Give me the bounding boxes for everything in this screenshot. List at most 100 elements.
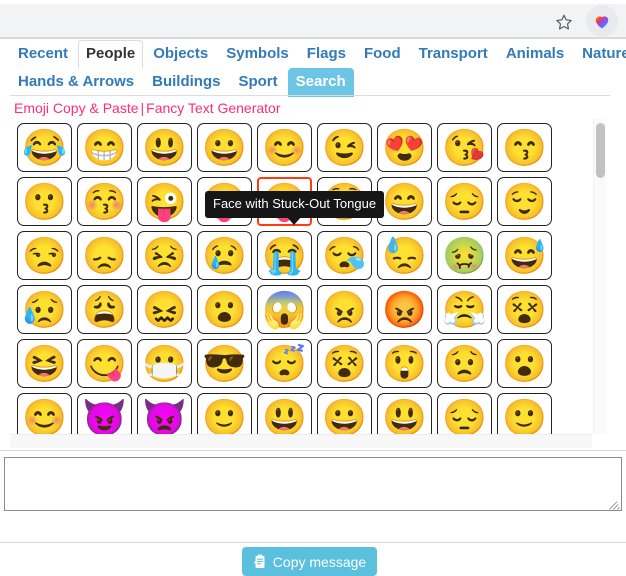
- emoji-cell[interactable]: 😷: [137, 339, 192, 388]
- emoji-cell[interactable]: 😃: [137, 123, 192, 172]
- emoji-cell[interactable]: 😟: [437, 339, 492, 388]
- emoji-cell[interactable]: 😜: [137, 177, 192, 226]
- emoji-glyph: 😔: [442, 180, 487, 222]
- emoji-cell[interactable]: 😪: [317, 231, 372, 280]
- emoji-cell[interactable]: 😮: [197, 285, 252, 334]
- emoji-glyph: 😥: [22, 288, 67, 330]
- emoji-cell[interactable]: 😠: [317, 285, 372, 334]
- emoji-glyph: 😵: [502, 288, 547, 330]
- emoji-cell[interactable]: 😩: [77, 285, 132, 334]
- emoji-copy-paste-link[interactable]: Emoji Copy & Paste: [14, 100, 139, 116]
- emoji-cell[interactable]: 😊: [17, 393, 72, 434]
- emoji-cell[interactable]: 😀: [197, 123, 252, 172]
- emoji-grid-scroll-area[interactable]: 😂 😁 😃 😀 😊 😉 😍 😘 😙 😗 😚 😜 😝 😛 😳 😄 😔 😌 😒 😞 😣 😢 😭 😪 😓 🤢 😅 😥 😩 😖 😮 😱 😠 😡 😤 😵 😆 😋 😷 😎…: [10, 119, 592, 434]
- emoji-cell[interactable]: 😤: [437, 285, 492, 334]
- emoji-cell[interactable]: 😎: [197, 339, 252, 388]
- browser-toolbar: [0, 0, 626, 38]
- emoji-cell[interactable]: 😂: [17, 123, 72, 172]
- emoji-cell[interactable]: 😔: [437, 177, 492, 226]
- emoji-cell[interactable]: 🙂: [497, 393, 552, 434]
- emoji-glyph: 😳: [322, 180, 367, 222]
- emoji-glyph: 😣: [142, 234, 187, 276]
- emoji-glyph: 😖: [142, 288, 187, 330]
- emoji-cell[interactable]: 😅: [497, 231, 552, 280]
- tab-food[interactable]: Food: [356, 40, 409, 69]
- emoji-glyph: 😩: [82, 288, 127, 330]
- message-input[interactable]: [4, 457, 622, 511]
- emoji-cell[interactable]: 😢: [197, 231, 252, 280]
- emoji-cell[interactable]: 😆: [17, 339, 72, 388]
- address-bar[interactable]: [0, 6, 552, 36]
- tab-people[interactable]: People: [78, 40, 144, 69]
- emoji-glyph: 😷: [142, 342, 187, 384]
- tab-sport[interactable]: Sport: [230, 68, 285, 97]
- tab-search[interactable]: Search: [287, 68, 354, 97]
- emoji-glyph: 🙂: [202, 396, 247, 434]
- scrollbar-thumb[interactable]: [596, 123, 605, 178]
- emoji-cell[interactable]: 😲: [377, 339, 432, 388]
- tab-animals[interactable]: Animals: [498, 40, 572, 69]
- emoji-cell[interactable]: 😒: [17, 231, 72, 280]
- emoji-glyph: 😔: [442, 396, 487, 434]
- emoji-cell[interactable]: 😘: [437, 123, 492, 172]
- emoji-cell[interactable]: 😱: [257, 285, 312, 334]
- emoji-cell[interactable]: 👿: [137, 393, 192, 434]
- emoji-glyph: 😛: [262, 180, 307, 222]
- emoji-cell[interactable]: 😖: [137, 285, 192, 334]
- emoji-cell[interactable]: 😌: [497, 177, 552, 226]
- tab-recent[interactable]: Recent: [10, 40, 76, 69]
- emoji-glyph: 😢: [202, 234, 247, 276]
- emoji-glyph: 😪: [322, 234, 367, 276]
- emoji-cell[interactable]: 😞: [77, 231, 132, 280]
- fancy-text-generator-link[interactable]: Fancy Text Generator: [146, 100, 280, 116]
- emoji-cell[interactable]: 😳: [317, 177, 372, 226]
- tab-buildings[interactable]: Buildings: [144, 68, 228, 97]
- emoji-cell[interactable]: 😚: [77, 177, 132, 226]
- emoji-cell[interactable]: 😃: [257, 393, 312, 434]
- emoji-glyph: 😆: [22, 342, 67, 384]
- emoji-cell[interactable]: 😮: [497, 339, 552, 388]
- emoji-cell[interactable]: 😍: [377, 123, 432, 172]
- emoji-cell[interactable]: 😓: [377, 231, 432, 280]
- emoji-cell[interactable]: 😣: [137, 231, 192, 280]
- tab-transport[interactable]: Transport: [411, 40, 496, 69]
- emoji-cell[interactable]: 😴: [257, 339, 312, 388]
- chrome-top-fill: [0, 0, 626, 4]
- emoji-cell[interactable]: 😭: [257, 231, 312, 280]
- emoji-cell[interactable]: 😙: [497, 123, 552, 172]
- emoji-cell[interactable]: 😥: [17, 285, 72, 334]
- emoji-glyph: 😗: [22, 180, 67, 222]
- emoji-glyph: 😁: [82, 126, 127, 168]
- emoji-grid-scrollbar[interactable]: [593, 119, 606, 434]
- emoji-cell[interactable]: 🙂: [197, 393, 252, 434]
- emoji-cell[interactable]: 😁: [77, 123, 132, 172]
- tab-hands-arrows[interactable]: Hands & Arrows: [10, 68, 142, 97]
- tab-nature[interactable]: Nature: [574, 40, 626, 69]
- emoji-cell[interactable]: 😊: [257, 123, 312, 172]
- emoji-cell[interactable]: 😀: [317, 393, 372, 434]
- tab-symbols[interactable]: Symbols: [218, 40, 297, 69]
- emoji-cell[interactable]: 😄: [377, 177, 432, 226]
- emoji-glyph: 😀: [202, 126, 247, 168]
- tab-flags[interactable]: Flags: [299, 40, 354, 69]
- emoji-cell[interactable]: 😔: [437, 393, 492, 434]
- copy-message-button[interactable]: Copy message: [242, 547, 377, 576]
- emoji-glyph: 😊: [262, 126, 307, 168]
- emoji-cell[interactable]: 😡: [377, 285, 432, 334]
- clipboard-icon: [253, 554, 267, 569]
- rainbow-heart-icon[interactable]: [586, 5, 618, 37]
- emoji-cell[interactable]: 😵: [317, 339, 372, 388]
- emoji-cell[interactable]: 😛: [257, 177, 312, 226]
- emoji-cell[interactable]: 😈: [77, 393, 132, 434]
- emoji-cell[interactable]: 🤢: [437, 231, 492, 280]
- emoji-glyph: 😠: [322, 288, 367, 330]
- grid-footer-strip: [10, 434, 592, 448]
- emoji-cell[interactable]: 😵: [497, 285, 552, 334]
- emoji-cell[interactable]: 😃: [377, 393, 432, 434]
- tab-objects[interactable]: Objects: [145, 40, 216, 69]
- emoji-cell[interactable]: 😗: [17, 177, 72, 226]
- emoji-cell[interactable]: 😋: [77, 339, 132, 388]
- star-icon[interactable]: [552, 10, 576, 34]
- emoji-cell[interactable]: 😉: [317, 123, 372, 172]
- emoji-cell[interactable]: 😝: [197, 177, 252, 226]
